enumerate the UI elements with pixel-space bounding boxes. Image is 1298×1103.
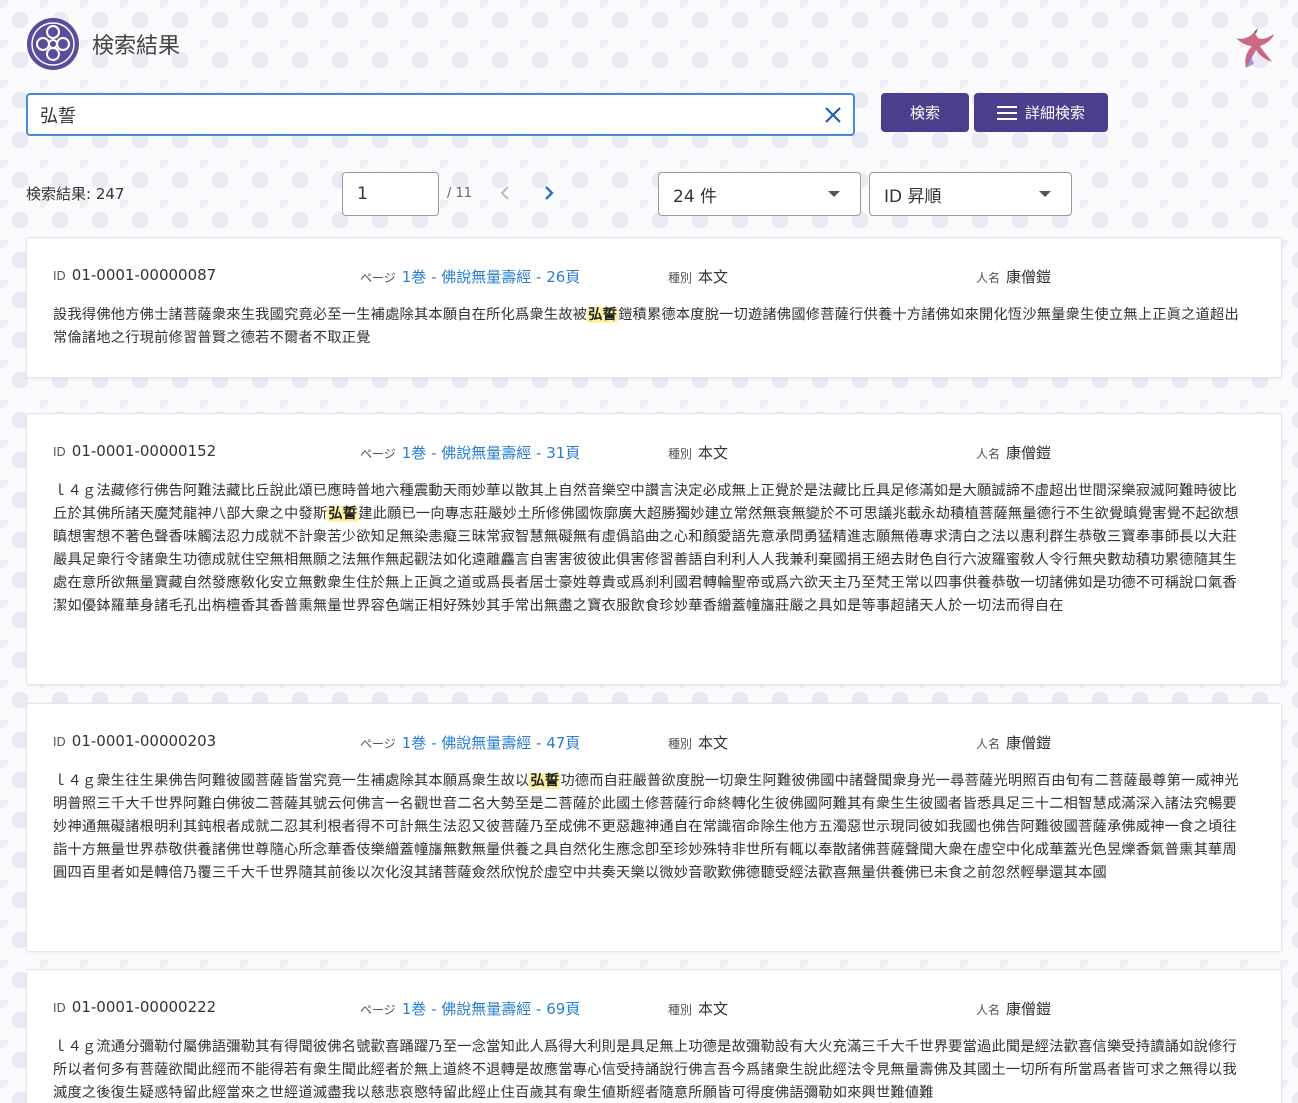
result-card[interactable]: ID 01-0001-00000087 ページ 1巻 - 佛說無量壽經 - 26頁 … xyxy=(26,237,1282,378)
page-number-input[interactable]: 1 xyxy=(342,172,439,216)
result-person: 人名 康僧鎧 xyxy=(976,266,1051,287)
search-button-label: 検索 xyxy=(909,104,940,122)
result-person: 人名 康僧鎧 xyxy=(976,732,1051,753)
kind-value: 本文 xyxy=(698,268,729,286)
person-label: 人名 xyxy=(976,271,1001,285)
kind-label: 種別 xyxy=(668,1003,693,1017)
person-label: 人名 xyxy=(976,1003,1001,1017)
chevron-left-icon[interactable] xyxy=(495,182,515,204)
per-page-select[interactable]: 24 件 xyxy=(658,172,861,216)
person-value: 康僧鎧 xyxy=(1006,734,1052,752)
id-value: 01-0001-00000203 xyxy=(71,732,217,750)
person-label: 人名 xyxy=(976,737,1001,751)
result-person: 人名 康僧鎧 xyxy=(976,442,1051,463)
id-label: ID xyxy=(53,735,66,749)
result-page[interactable]: ページ 1巻 - 佛說無量壽經 - 47頁 xyxy=(360,732,580,753)
result-card[interactable]: ID 01-0001-00000203 ページ 1巻 - 佛說無量壽經 - 47頁 … xyxy=(26,703,1282,952)
id-label: ID xyxy=(53,445,66,459)
result-meta: ID 01-0001-00000087 ページ 1巻 - 佛說無量壽經 - 26頁 … xyxy=(27,266,1281,286)
id-value: 01-0001-00000152 xyxy=(71,442,217,460)
result-card[interactable]: ID 01-0001-00000152 ページ 1巻 - 佛說無量壽經 - 31頁 … xyxy=(26,413,1282,685)
result-kind: 種別 本文 xyxy=(668,998,728,1019)
person-value: 康僧鎧 xyxy=(1006,268,1052,286)
result-page[interactable]: ページ 1巻 - 佛說無量壽經 - 31頁 xyxy=(360,442,580,463)
clear-icon[interactable] xyxy=(813,95,853,135)
page-link[interactable]: 1巻 - 佛說無量壽經 - 47頁 xyxy=(402,734,581,752)
caret-down-icon xyxy=(828,191,840,197)
kind-label: 種別 xyxy=(668,447,693,461)
per-page-value: 24 件 xyxy=(673,186,718,207)
result-page[interactable]: ページ 1巻 - 佛說無量壽經 - 69頁 xyxy=(360,998,580,1019)
caret-down-icon xyxy=(1039,191,1051,197)
result-kind: 種別 本文 xyxy=(668,732,728,753)
search-hit-highlight: 弘誓 xyxy=(587,307,619,323)
text-after-hit: 建此願已一向專志莊嚴妙土所修佛國恢廓廣大超勝獨妙建立常然無衰無變於不可思議兆載永… xyxy=(53,506,1239,614)
result-id: ID 01-0001-00000222 xyxy=(53,998,216,1016)
logo-icon[interactable] xyxy=(26,17,80,71)
result-id: ID 01-0001-00000087 xyxy=(53,266,216,284)
result-kind: 種別 本文 xyxy=(668,442,728,463)
result-meta: ID 01-0001-00000152 ページ 1巻 - 佛說無量壽經 - 31頁 … xyxy=(27,442,1281,462)
result-meta: ID 01-0001-00000203 ページ 1巻 - 佛說無量壽經 - 47頁 … xyxy=(27,732,1281,752)
page-link[interactable]: 1巻 - 佛說無量壽經 - 69頁 xyxy=(402,1000,581,1018)
result-id: ID 01-0001-00000203 xyxy=(53,732,216,750)
text-after-hit: 功德而自莊嚴普欲度脫一切衆生阿難彼佛國中諸聲聞衆身光一尋菩薩光明照百由旬有二菩薩… xyxy=(53,773,1239,881)
result-person: 人名 康僧鎧 xyxy=(976,998,1051,1019)
person-label: 人名 xyxy=(976,447,1001,461)
id-label: ID xyxy=(53,269,66,283)
search-hit-highlight: 弘誓 xyxy=(529,773,561,789)
header: 検索結果 xyxy=(26,16,180,72)
advanced-search-label: 詳細検索 xyxy=(1024,104,1085,122)
kind-label: 種別 xyxy=(668,271,693,285)
page-number-value: 1 xyxy=(357,184,368,204)
result-text: ｌ４ｇ法藏修行佛告阿難法藏比丘說此頌已應時普地六種震動天雨妙華以散其上自然音樂空… xyxy=(53,480,1241,618)
text-before-hit: ｌ４ｇ衆生往生果佛告阿難彼國菩薩皆當究竟一生補處除其本願爲衆生故以 xyxy=(53,773,530,789)
page-label: ページ xyxy=(360,271,396,285)
result-meta: ID 01-0001-00000222 ページ 1巻 - 佛說無量壽經 - 69頁 … xyxy=(27,998,1281,1018)
page-link[interactable]: 1巻 - 佛說無量壽經 - 31頁 xyxy=(402,444,581,462)
page-title: 検索結果 xyxy=(92,34,181,59)
sort-value: ID 昇順 xyxy=(884,186,942,207)
result-count: 検索結果: 247 xyxy=(26,185,125,203)
page-label: ページ xyxy=(360,1003,396,1017)
search-field[interactable] xyxy=(26,93,855,136)
result-text: 設我得佛他方佛士諸菩薩衆來生我國究竟必至一生補處除其本願自在所化爲衆生故被弘誓鎧… xyxy=(53,304,1241,350)
text-before-hit: ｌ４ｇ流通分彌勒付屬佛語彌勒其有得聞彼佛名號歡喜踊躍乃至一念當知此人爲得大利則是… xyxy=(53,1039,1237,1101)
result-text: ｌ４ｇ衆生往生果佛告阿難彼國菩薩皆當究竟一生補處除其本願爲衆生故以弘誓功德而自莊… xyxy=(53,770,1241,885)
text-before-hit: 設我得佛他方佛士諸菩薩衆來生我國究竟必至一生補處除其本願自在所化爲衆生故被 xyxy=(53,307,588,323)
result-kind: 種別 本文 xyxy=(668,266,728,287)
kind-value: 本文 xyxy=(698,1000,729,1018)
person-value: 康僧鎧 xyxy=(1006,444,1052,462)
result-page[interactable]: ページ 1巻 - 佛說無量壽經 - 26頁 xyxy=(360,266,580,287)
page-total: / 11 xyxy=(447,186,473,201)
phoenix-icon xyxy=(1232,24,1276,70)
page-label: ページ xyxy=(360,737,396,751)
result-card[interactable]: ID 01-0001-00000222 ページ 1巻 - 佛說無量壽經 - 69頁 … xyxy=(26,969,1282,1103)
id-value: 01-0001-00000087 xyxy=(71,266,217,284)
kind-value: 本文 xyxy=(698,734,729,752)
advanced-search-button[interactable]: 詳細検索 xyxy=(974,93,1108,132)
kind-value: 本文 xyxy=(698,444,729,462)
search-input[interactable] xyxy=(40,104,813,125)
search-button[interactable]: 検索 xyxy=(881,93,969,132)
search-hit-highlight: 弘誓 xyxy=(327,506,359,522)
id-value: 01-0001-00000222 xyxy=(71,998,217,1016)
sort-select[interactable]: ID 昇順 xyxy=(869,172,1072,216)
person-value: 康僧鎧 xyxy=(1006,1000,1052,1018)
page-label: ページ xyxy=(360,447,396,461)
chevron-right-icon[interactable] xyxy=(539,182,559,204)
menu-icon xyxy=(996,105,1017,120)
kind-label: 種別 xyxy=(668,737,693,751)
result-id: ID 01-0001-00000152 xyxy=(53,442,216,460)
page-link[interactable]: 1巻 - 佛說無量壽經 - 26頁 xyxy=(402,268,581,286)
result-text: ｌ４ｇ流通分彌勒付屬佛語彌勒其有得聞彼佛名號歡喜踊躍乃至一念當知此人爲得大利則是… xyxy=(53,1036,1241,1103)
id-label: ID xyxy=(53,1001,66,1015)
